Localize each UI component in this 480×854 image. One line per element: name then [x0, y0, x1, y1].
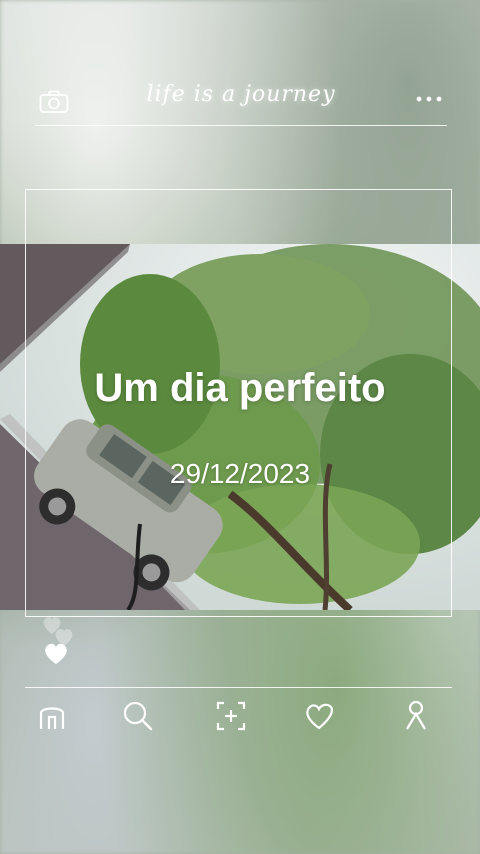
post-date: 29/12/2023 [169, 458, 311, 489]
like-hearts-icon[interactable] [38, 612, 82, 672]
bottom-divider [25, 687, 452, 688]
app-title: life is a journey [146, 82, 336, 107]
bottom-nav [25, 687, 452, 747]
search-icon[interactable] [121, 699, 155, 733]
post-title: Um dia perfeito [94, 366, 386, 410]
heart-icon[interactable] [302, 699, 336, 733]
profile-icon[interactable] [399, 699, 433, 733]
top-divider [35, 125, 447, 126]
top-bar: life is a journey [35, 78, 447, 126]
add-post-icon[interactable] [214, 699, 248, 733]
home-icon[interactable] [35, 699, 69, 733]
more-dots-icon[interactable] [415, 94, 443, 104]
